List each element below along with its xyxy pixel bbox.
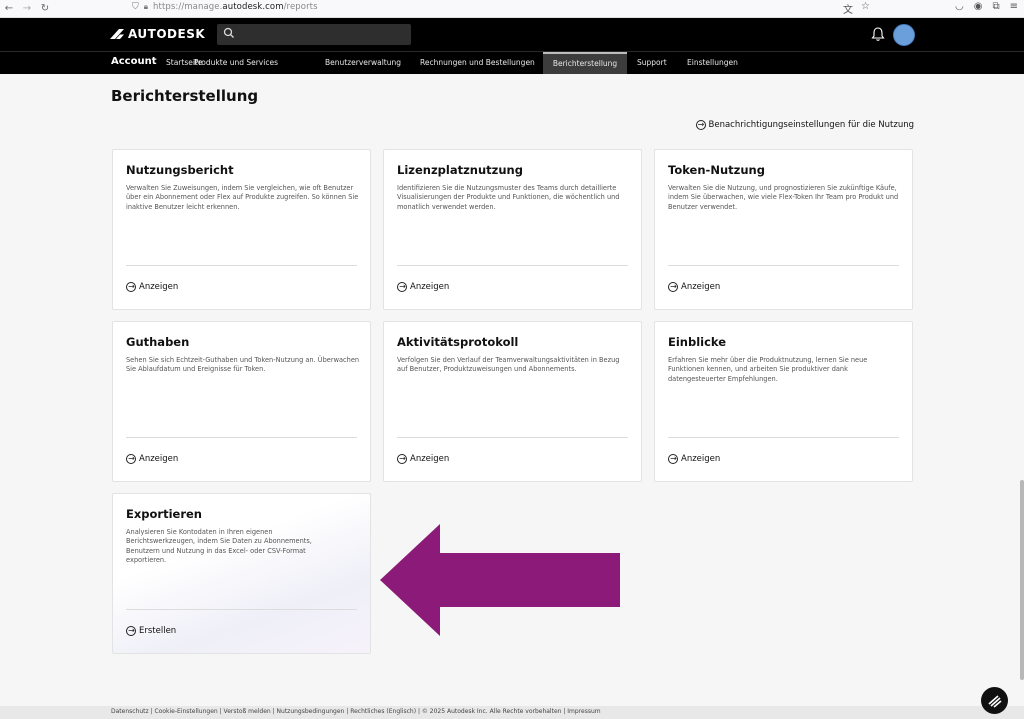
translate-icon[interactable]: 文 [843, 1, 853, 16]
notification-bell-icon[interactable] [870, 26, 886, 42]
card-divider [397, 437, 628, 438]
page-title: Berichterstellung [111, 87, 259, 105]
autodesk-logo-icon [110, 29, 124, 39]
arrow-circle-icon [397, 280, 407, 294]
card-anzeigen-link[interactable]: Anzeigen [668, 452, 721, 466]
menu-icon[interactable]: ≡ [1010, 1, 1018, 12]
card-anzeigen-link[interactable]: Anzeigen [397, 280, 450, 294]
pocket-icon[interactable]: ◡ [955, 1, 964, 12]
card-divider [668, 265, 899, 266]
card-title: Exportieren [126, 507, 202, 521]
card-divider [668, 437, 899, 438]
card-anzeigen-link[interactable]: Anzeigen [126, 280, 179, 294]
extensions-icon[interactable]: ⧉ [992, 1, 999, 12]
card-guthaben: Guthaben Sehen Sie sich Echtzeit-Guthabe… [112, 321, 371, 482]
nav-support[interactable]: Support [630, 52, 674, 74]
card-title: Aktivitätsprotokoll [397, 335, 519, 349]
user-avatar[interactable] [893, 24, 915, 46]
forward-icon[interactable]: → [18, 3, 36, 14]
arrow-circle-icon [397, 452, 407, 466]
card-divider [126, 437, 357, 438]
card-description: Verwalten Sie die Nutzung, und prognosti… [668, 184, 899, 211]
annotation-arrow-icon [380, 524, 620, 636]
card-cta-label: Anzeigen [410, 282, 450, 292]
card-cta-label: Anzeigen [681, 282, 721, 292]
lock-icon: 🔒︎ [143, 2, 149, 11]
card-cta-label: Anzeigen [410, 454, 450, 464]
arrow-circle-icon [126, 280, 136, 294]
card-anzeigen-link[interactable]: Anzeigen [126, 452, 179, 466]
card-description: Erfahren Sie mehr über die Produktnutzun… [668, 356, 868, 383]
url-bar[interactable]: ⛉ 🔒︎ https://manage.autodesk.com/reports [132, 2, 318, 12]
reload-icon[interactable]: ↻ [36, 3, 54, 14]
footer-links[interactable]: Datenschutz | Cookie-Einstellungen | Ver… [111, 708, 601, 715]
account-brand[interactable]: Account [111, 56, 156, 67]
card-cta-label: Anzeigen [139, 454, 179, 464]
nav-berichterstellung[interactable]: Berichterstellung [543, 52, 627, 74]
nav-benutzerverwaltung[interactable]: Benutzerverwaltung [318, 52, 408, 74]
browser-toolbar: ← → ↻ ⛉ 🔒︎ https://manage.autodesk.com/r… [0, 0, 1024, 18]
arrow-circle-icon [126, 452, 136, 466]
chat-icon [988, 695, 1002, 708]
chat-button[interactable] [981, 687, 1008, 714]
card-description: Sehen Sie sich Echtzeit-Guthaben und Tok… [126, 356, 360, 374]
search-icon [223, 27, 234, 38]
card-description: Verwalten Sie Zuweisungen, indem Sie ver… [126, 184, 359, 211]
top-header: AUTODESK [0, 18, 1024, 51]
card-title: Lizenzplatznutzung [397, 163, 523, 177]
nav-rechnungen-bestellungen[interactable]: Rechnungen und Bestellungen [413, 52, 542, 74]
card-description: Identifizieren Sie die Nutzungsmuster de… [397, 184, 620, 211]
card-divider [126, 265, 357, 266]
nav-produkte-services[interactable]: Produkte und Services [187, 52, 285, 74]
card-description: Verfolgen Sie den Verlauf der Teamverwal… [397, 356, 620, 374]
arrow-circle-icon [668, 452, 678, 466]
card-lizenzplatznutzung: Lizenzplatznutzung Identifizieren Sie di… [383, 149, 642, 310]
shield-icon: ⛉ [132, 2, 139, 12]
card-cta-label: Anzeigen [681, 454, 721, 464]
card-erstellen-link[interactable]: Erstellen [126, 624, 177, 638]
card-anzeigen-link[interactable]: Anzeigen [397, 452, 450, 466]
search-input[interactable] [217, 24, 411, 45]
arrow-circle-icon [126, 624, 136, 638]
back-icon[interactable]: ← [0, 3, 18, 14]
card-title: Nutzungsbericht [126, 163, 234, 177]
scrollbar[interactable] [1020, 480, 1024, 680]
logo-text: AUTODESK [128, 27, 206, 41]
arrow-circle-icon [695, 118, 706, 132]
card-anzeigen-link[interactable]: Anzeigen [668, 280, 721, 294]
card-description: Analysieren Sie Kontodaten in Ihren eige… [126, 528, 312, 565]
card-divider [126, 609, 357, 610]
card-exportieren: Exportieren Analysieren Sie Kontodaten i… [112, 493, 371, 654]
card-title: Einblicke [668, 335, 727, 349]
bookmark-star-icon[interactable]: ☆ [861, 1, 870, 16]
nav-einstellungen[interactable]: Einstellungen [680, 52, 745, 74]
card-cta-label: Erstellen [139, 626, 177, 636]
arrow-circle-icon [668, 280, 678, 294]
url-text: https://manage.autodesk.com/reports [153, 2, 318, 12]
notification-settings-link[interactable]: Benachrichtigungseinstellungen für die N… [695, 118, 914, 132]
account-icon[interactable]: ◉ [974, 1, 983, 12]
account-nav: Account Startseite Produkte und Services… [0, 51, 1024, 74]
card-einblicke: Einblicke Erfahren Sie mehr über die Pro… [654, 321, 913, 482]
card-divider [397, 265, 628, 266]
card-cta-label: Anzeigen [139, 282, 179, 292]
card-nutzungsbericht: Nutzungsbericht Verwalten Sie Zuweisunge… [112, 149, 371, 310]
card-token-nutzung: Token-Nutzung Verwalten Sie die Nutzung,… [654, 149, 913, 310]
notification-settings-label: Benachrichtigungseinstellungen für die N… [708, 120, 914, 130]
card-title: Token-Nutzung [668, 163, 765, 177]
card-title: Guthaben [126, 335, 190, 349]
autodesk-logo[interactable]: AUTODESK [110, 27, 205, 41]
card-aktivitaetsprotokoll: Aktivitätsprotokoll Verfolgen Sie den Ve… [383, 321, 642, 482]
page-footer: Datenschutz | Cookie-Einstellungen | Ver… [0, 706, 1024, 719]
